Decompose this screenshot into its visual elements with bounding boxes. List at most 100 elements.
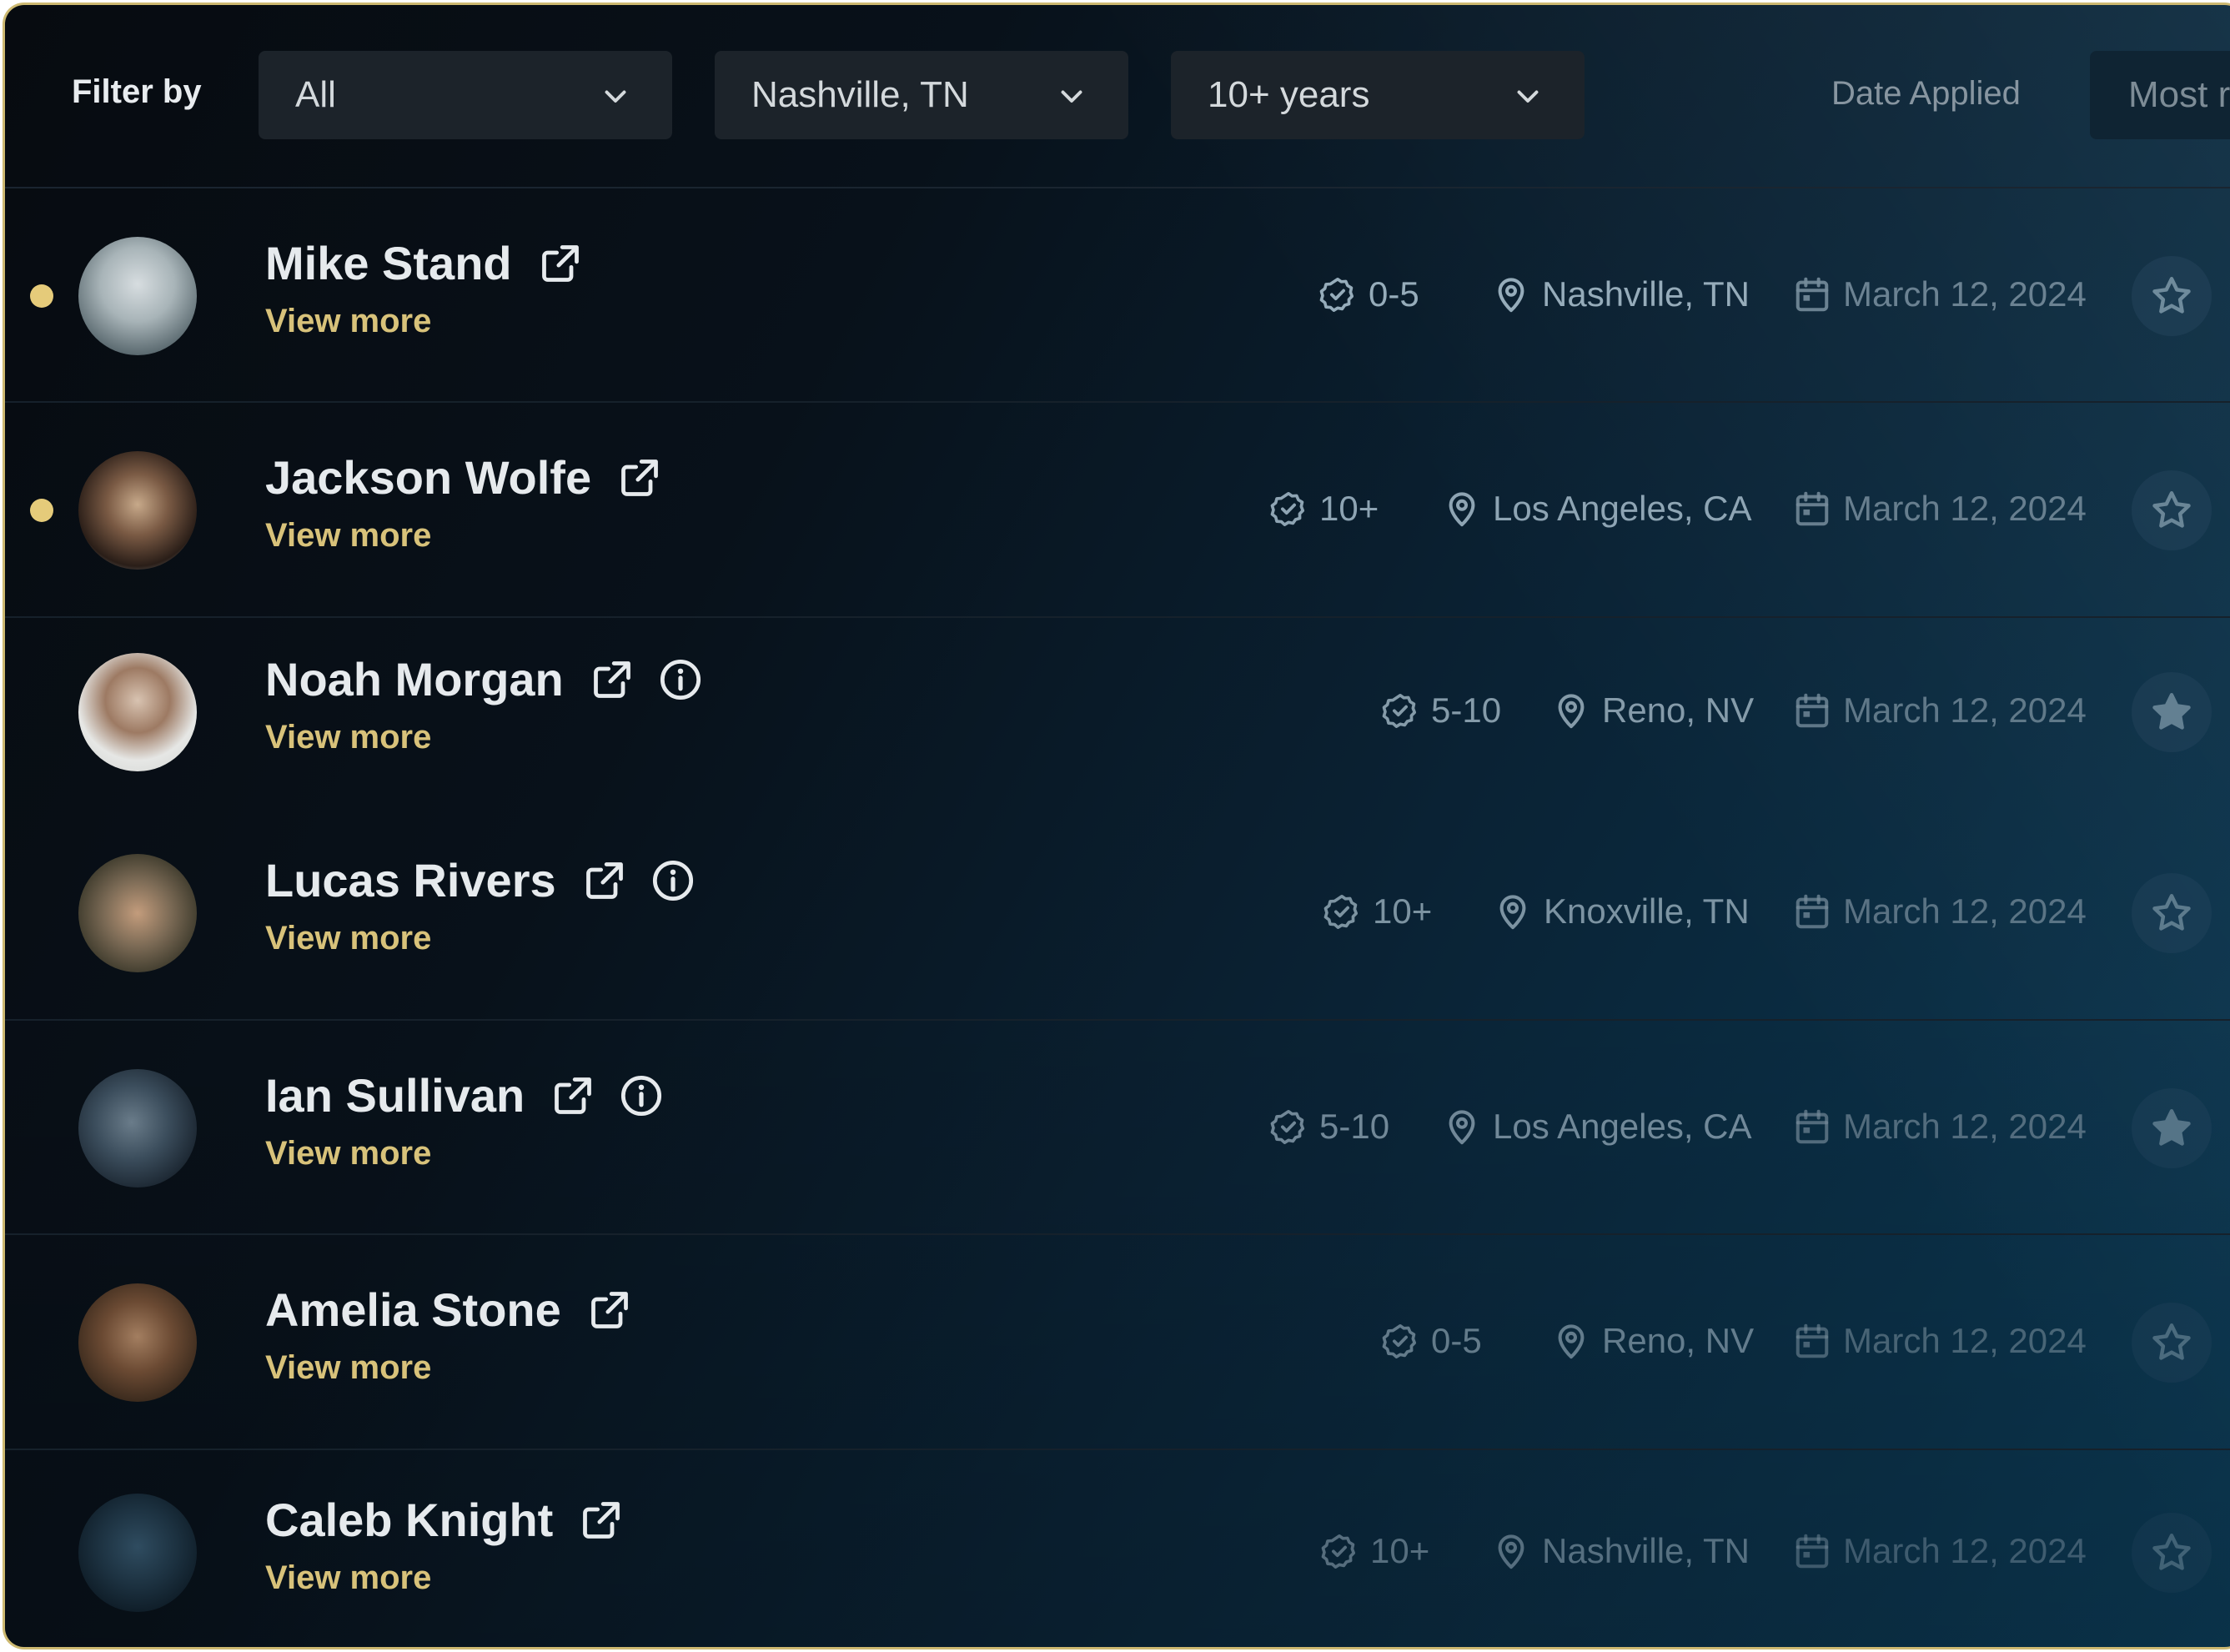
favorite-button[interactable]	[2132, 873, 2212, 953]
location-value: Reno, NV	[1602, 1321, 1755, 1360]
candidate-name[interactable]: Noah Morgan	[265, 652, 564, 706]
candidate-name[interactable]: Mike Stand	[265, 236, 512, 290]
location-filter-value: Nashville, TN	[751, 74, 969, 115]
candidate-list-panel: Filter by All Nashville, TN 10+ years Da…	[3, 3, 2230, 1649]
favorite-button[interactable]	[2132, 256, 2212, 336]
view-more-link[interactable]: View more	[265, 1349, 431, 1387]
date-meta: March 12, 2024	[1793, 690, 2087, 731]
external-link-icon[interactable]	[590, 658, 634, 701]
date-meta: March 12, 2024	[1793, 1531, 2087, 1571]
experience-meta: 5-10	[1269, 1107, 1389, 1147]
info-icon[interactable]	[651, 859, 695, 902]
info-icon[interactable]	[620, 1074, 663, 1117]
experience-filter-value: 10+ years	[1208, 74, 1370, 115]
candidate-row[interactable]: Noah Morgan View more 5-10 Reno, NV Marc…	[5, 618, 2230, 806]
location-pin-icon	[1552, 1322, 1590, 1360]
candidate-row[interactable]: Amelia Stone View more 0-5 Reno, NV Marc…	[5, 1235, 2230, 1450]
candidate-row[interactable]: Lucas Rivers View more 10+ Knoxville, TN…	[5, 806, 2230, 1021]
location-pin-icon	[1443, 490, 1481, 528]
date-applied-value: March 12, 2024	[1843, 274, 2087, 314]
location-pin-icon	[1492, 1532, 1530, 1570]
candidate-row[interactable]: Jackson Wolfe View more 10+ Los Angeles,…	[5, 403, 2230, 618]
sort-select[interactable]: Most r	[2090, 51, 2230, 139]
date-applied-value: March 12, 2024	[1843, 1107, 2087, 1146]
candidate-name[interactable]: Amelia Stone	[265, 1283, 561, 1337]
verified-badge-icon	[1269, 490, 1308, 528]
chevron-down-icon	[1057, 81, 1087, 111]
avatar	[78, 653, 197, 771]
avatar	[78, 854, 197, 972]
location-value: Knoxville, TN	[1544, 891, 1750, 931]
experience-meta: 0-5	[1381, 1321, 1482, 1361]
candidate-row[interactable]: Ian Sullivan View more 5-10 Los Angeles,…	[5, 1021, 2230, 1235]
experience-meta: 5-10	[1381, 690, 1501, 731]
calendar-icon	[1793, 1532, 1831, 1570]
verified-badge-icon	[1381, 691, 1419, 730]
candidate-name[interactable]: Ian Sullivan	[265, 1068, 525, 1122]
view-more-link[interactable]: View more	[265, 719, 431, 756]
status-filter-value: All	[295, 74, 336, 115]
star-icon	[2149, 1320, 2194, 1365]
calendar-icon	[1793, 490, 1831, 528]
candidate-name[interactable]: Jackson Wolfe	[265, 450, 591, 505]
view-more-link[interactable]: View more	[265, 517, 431, 555]
candidate-name-line: Lucas Rivers	[265, 853, 695, 907]
external-link-icon[interactable]	[539, 242, 582, 285]
location-filter-select[interactable]: Nashville, TN	[715, 51, 1128, 139]
filter-label: Filter by	[72, 73, 202, 110]
location-value: Los Angeles, CA	[1493, 489, 1752, 528]
avatar	[78, 1069, 197, 1188]
avatar	[78, 1283, 197, 1402]
candidate-name-line: Jackson Wolfe	[265, 450, 661, 505]
avatar	[78, 237, 197, 355]
status-filter-select[interactable]: All	[259, 51, 672, 139]
unread-indicator	[30, 499, 53, 522]
candidate-name[interactable]: Lucas Rivers	[265, 853, 556, 907]
external-link-icon[interactable]	[580, 1499, 623, 1542]
candidate-name-line: Mike Stand	[265, 236, 582, 290]
location-pin-icon	[1492, 275, 1530, 314]
external-link-icon[interactable]	[583, 859, 626, 902]
view-more-link[interactable]: View more	[265, 303, 431, 340]
view-more-link[interactable]: View more	[265, 920, 431, 957]
location-meta: Knoxville, TN	[1494, 891, 1750, 931]
experience-filter-select[interactable]: 10+ years	[1171, 51, 1585, 139]
experience-value: 10+	[1319, 489, 1379, 528]
verified-badge-icon	[1269, 1107, 1308, 1146]
favorite-button[interactable]	[2132, 1303, 2212, 1383]
date-applied-value: March 12, 2024	[1843, 1531, 2087, 1570]
experience-value: 0-5	[1431, 1321, 1482, 1360]
chevron-down-icon	[1513, 81, 1543, 111]
location-meta: Reno, NV	[1552, 690, 1754, 731]
star-filled-icon	[2149, 1106, 2194, 1151]
favorite-button[interactable]	[2132, 1513, 2212, 1593]
location-value: Nashville, TN	[1542, 274, 1750, 314]
candidate-row[interactable]: Caleb Knight View more 10+ Nashville, TN…	[5, 1450, 2230, 1647]
view-more-link[interactable]: View more	[265, 1135, 431, 1172]
location-value: Nashville, TN	[1542, 1531, 1750, 1570]
favorite-button[interactable]	[2132, 1088, 2212, 1168]
calendar-icon	[1793, 275, 1831, 314]
experience-meta: 10+	[1323, 891, 1432, 931]
external-link-icon[interactable]	[618, 456, 661, 500]
candidate-row[interactable]: Mike Stand View more 0-5 Nashville, TN M…	[5, 188, 2230, 403]
star-icon	[2149, 488, 2194, 533]
date-meta: March 12, 2024	[1793, 1107, 2087, 1147]
sort-label: Date Applied	[1831, 75, 2021, 112]
experience-meta: 0-5	[1318, 274, 1419, 314]
favorite-button[interactable]	[2132, 672, 2212, 752]
location-pin-icon	[1494, 892, 1532, 931]
view-more-link[interactable]: View more	[265, 1559, 431, 1597]
external-link-icon[interactable]	[551, 1074, 595, 1117]
unread-indicator	[30, 284, 53, 308]
date-applied-value: March 12, 2024	[1843, 489, 2087, 528]
location-meta: Los Angeles, CA	[1443, 1107, 1752, 1147]
calendar-icon	[1793, 1322, 1831, 1360]
location-meta: Reno, NV	[1552, 1321, 1754, 1361]
external-link-icon[interactable]	[588, 1288, 631, 1332]
star-filled-icon	[2149, 690, 2194, 735]
candidate-name[interactable]: Caleb Knight	[265, 1493, 553, 1547]
favorite-button[interactable]	[2132, 470, 2212, 550]
info-icon[interactable]	[659, 658, 702, 701]
candidate-name-line: Ian Sullivan	[265, 1068, 663, 1122]
